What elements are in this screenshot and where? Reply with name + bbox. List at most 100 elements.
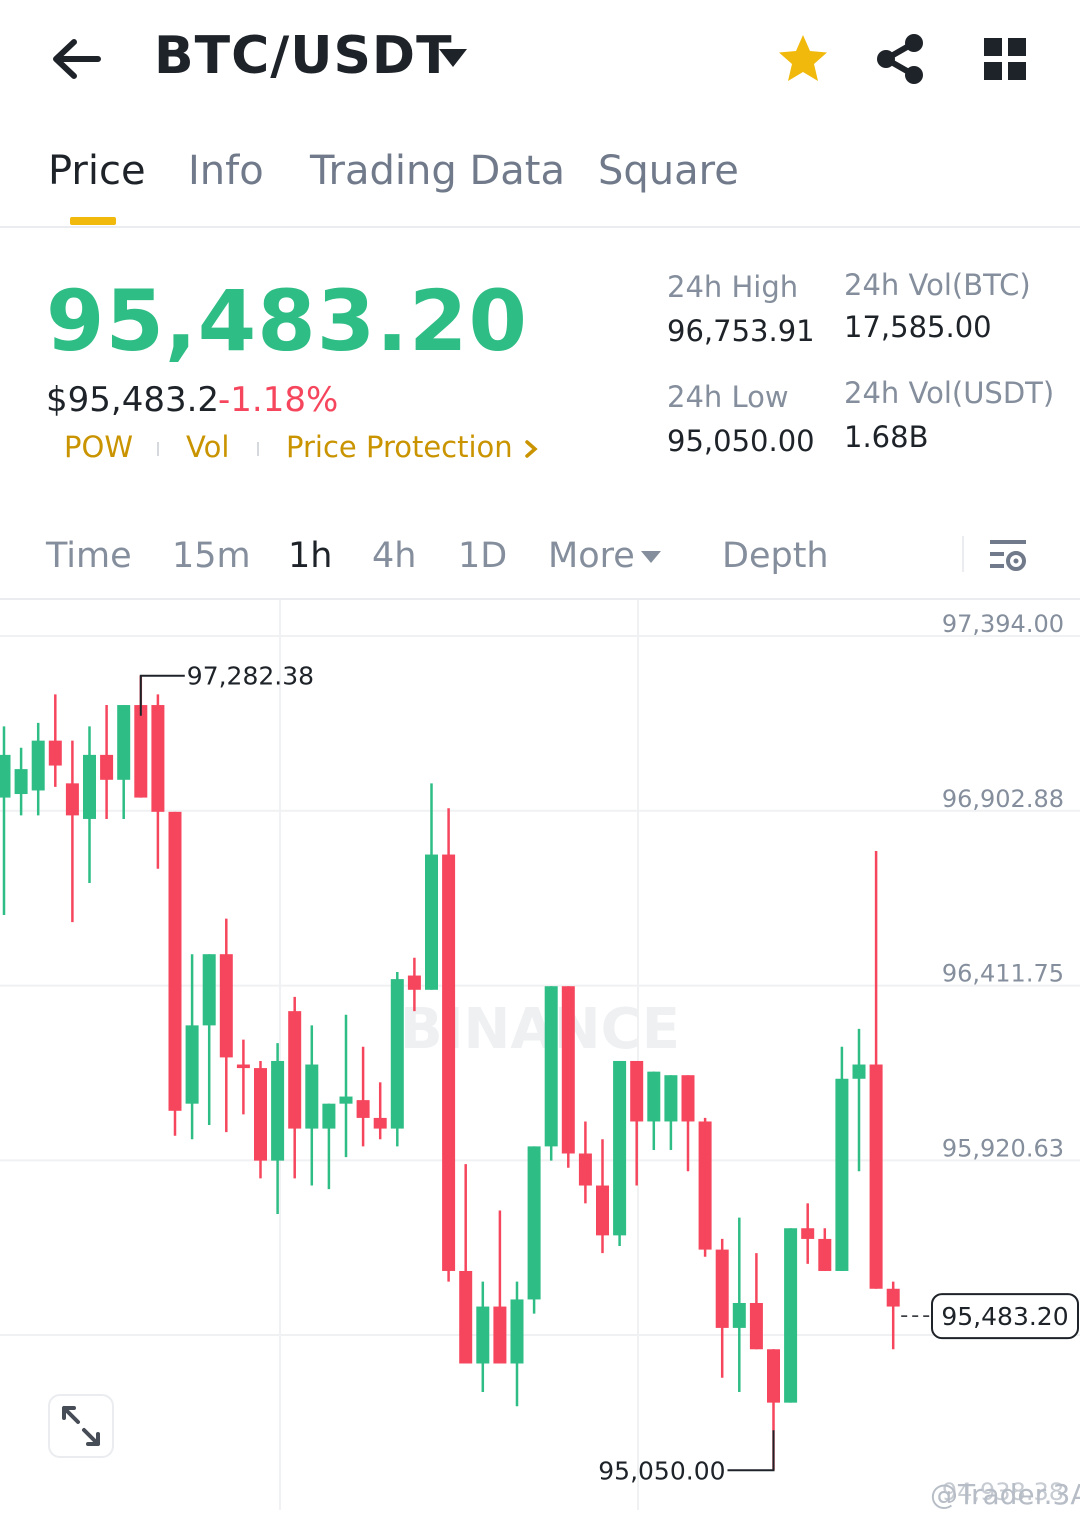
candle-body[interactable] [630,1060,644,1122]
candle-body[interactable] [65,783,79,816]
tag-divider [257,442,259,456]
share-icon[interactable] [874,32,926,86]
candle-body[interactable] [134,705,148,798]
interval-1d[interactable]: 1D [458,536,507,576]
candle-body[interactable] [544,986,558,1147]
candle-body[interactable] [767,1349,780,1403]
tab-bar: Price Info Trading Data Square [0,140,1080,228]
candle-body[interactable] [83,754,96,819]
candle-body[interactable] [14,769,28,795]
candle-body[interactable] [168,811,182,1111]
candle-body[interactable] [493,1306,507,1364]
candle-body[interactable] [749,1302,763,1350]
candle-body[interactable] [0,754,11,798]
candle-body[interactable] [818,1238,832,1271]
pair-title[interactable]: BTC/USDT [154,26,453,86]
caret-down-icon[interactable] [640,550,662,564]
chevron-right-icon[interactable] [522,438,540,460]
candle-body[interactable] [510,1299,524,1364]
candle-body[interactable] [869,1064,883,1289]
candle-body[interactable] [305,1064,319,1129]
interval-4h[interactable]: 4h [372,536,416,576]
current-price-label: 95,483.20 [941,1302,1068,1331]
candle-body[interactable] [151,705,165,812]
tag-price-protection[interactable]: Price Protection [286,430,513,464]
interval-time[interactable]: Time [46,536,132,576]
tab-info[interactable]: Info [188,148,264,194]
stat-24h-vol-usdt-value: 1.68B [844,420,929,454]
candle-body[interactable] [476,1306,490,1364]
candle-body[interactable] [596,1185,609,1236]
candle-body[interactable] [373,1117,387,1129]
tag-pow[interactable]: POW [64,430,133,464]
candlestick-chart[interactable]: BINANCE 97,394.00 96,902.88 96,411.75 95,92… [0,600,1080,1510]
candle-body[interactable] [271,1060,285,1161]
stat-24h-vol-usdt-label: 24h Vol(USDT) [844,376,1055,410]
caret-down-icon[interactable] [436,44,470,72]
candle-body[interactable] [219,954,233,1058]
candle-body[interactable] [715,1249,729,1328]
interval-1h[interactable]: 1h [288,536,332,576]
low-marker-label: 95,050.00 [598,1456,725,1485]
high-marker-label: 97,282.38 [187,662,314,691]
candle-body[interactable] [254,1068,267,1161]
candle-body[interactable] [117,705,131,780]
candle-body[interactable] [425,854,438,990]
header: BTC/USDT [0,0,1080,120]
grid-icon[interactable] [982,36,1028,82]
candle-body[interactable] [48,740,62,766]
expand-icon [62,1406,100,1446]
candle-body[interactable] [835,1078,849,1271]
expand-chart-button[interactable] [48,1394,114,1458]
interval-depth[interactable]: Depth [722,536,829,576]
candle-body[interactable] [698,1121,712,1250]
candle-body[interactable] [784,1228,798,1403]
candle-body[interactable] [339,1096,353,1104]
arrow-left-icon[interactable] [48,34,104,84]
tab-price[interactable]: Price [48,148,146,194]
candle-body[interactable] [801,1228,815,1239]
stat-24h-vol-btc-label: 24h Vol(BTC) [844,268,1031,302]
stat-24h-low-value: 95,050.00 [667,424,815,458]
candle-body[interactable] [732,1302,746,1328]
candle-body[interactable] [356,1100,370,1118]
chart-canvas[interactable]: BINANCE 97,394.00 96,902.88 96,411.75 95,92… [0,600,1080,1510]
candle-body[interactable] [647,1071,661,1122]
interval-divider [962,536,964,572]
interval-bar: Time 15m 1h 4h 1D More Depth [0,520,1080,600]
candle-body[interactable] [407,975,421,990]
candle-body[interactable] [852,1064,866,1079]
star-icon[interactable] [776,32,830,86]
candle-body[interactable] [613,1060,627,1236]
candle-body[interactable] [31,740,45,791]
last-price: 95,483.20 [46,272,528,370]
corner-watermark: @Trader.3Ai [930,1478,1080,1511]
y-axis-tick-label: 97,394.00 [942,610,1064,638]
candle-body[interactable] [322,1103,336,1129]
candle-body[interactable] [100,754,114,780]
candle-body[interactable] [202,954,216,1026]
candle-body[interactable] [390,979,404,1129]
interval-more[interactable]: More [548,536,635,576]
stat-24h-high-label: 24h High [667,270,799,304]
interval-15m[interactable]: 15m [172,536,251,576]
candle-body[interactable] [236,1064,250,1069]
chart-settings-icon[interactable] [986,534,1030,578]
candle-body[interactable] [442,854,456,1271]
candle-body[interactable] [886,1288,900,1307]
low-marker-line [727,1430,775,1472]
active-tab-indicator [70,217,116,225]
candle-body[interactable] [664,1075,678,1122]
candle-body[interactable] [561,986,575,1154]
tab-trading-data[interactable]: Trading Data [310,148,565,194]
tab-square[interactable]: Square [598,148,739,194]
candle-body[interactable] [681,1075,695,1122]
candle-body[interactable] [459,1270,473,1364]
candle-body[interactable] [185,1025,199,1104]
tag-vol[interactable]: Vol [186,430,229,464]
candle-body[interactable] [578,1153,592,1186]
y-axis-tick-label: 96,902.88 [942,785,1064,813]
y-axis-tick-label: 96,411.75 [942,960,1064,988]
candle-body[interactable] [527,1146,541,1300]
candle-body[interactable] [288,1011,302,1129]
